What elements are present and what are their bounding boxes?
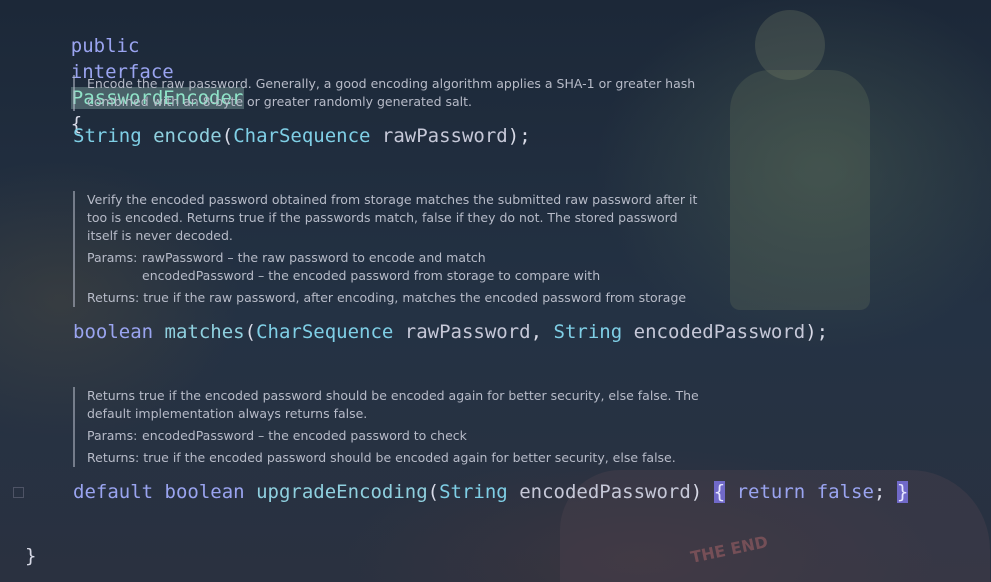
param-name: encodedPassword — [633, 321, 806, 343]
param-type: CharSequence — [256, 321, 394, 343]
param-doc: encodedPassword – the encoded password t… — [142, 428, 467, 443]
code-editor[interactable]: public interface PasswordEncoder { Encod… — [0, 0, 991, 582]
closing-brace: } — [25, 545, 37, 567]
close-paren: ) — [690, 481, 703, 503]
doc-comment-encode: Encode the raw password. Generally, a go… — [73, 75, 707, 111]
open-paren: ( — [244, 321, 257, 343]
method-body-close-brace[interactable]: } — [896, 481, 909, 503]
method-body-open-brace[interactable]: { — [713, 481, 726, 503]
method-upgrade-encoding-line[interactable]: default boolean upgradeEncoding(String e… — [73, 479, 909, 505]
keyword-public: public — [70, 35, 140, 57]
params-label: Params: — [87, 428, 138, 443]
open-paren: ( — [427, 481, 440, 503]
method-encode-line[interactable]: String encode(CharSequence rawPassword); — [73, 123, 531, 149]
doc-returns: Returns: true if the encoded password sh… — [87, 449, 707, 467]
returns-label: Returns: — [87, 450, 140, 465]
doc-description: Verify the encoded password obtained fro… — [87, 192, 698, 243]
doc-comment-matches: Verify the encoded password obtained fro… — [73, 191, 707, 307]
returns-doc: true if the raw password, after encoding… — [143, 290, 687, 305]
return-type: String — [73, 125, 142, 147]
method-name-upgrade-encoding[interactable]: upgradeEncoding — [256, 481, 428, 503]
param-doc: rawPassword – the raw password to encode… — [142, 250, 486, 265]
comma: , — [530, 321, 554, 343]
interface-closing-brace[interactable]: } — [25, 543, 36, 569]
param-name: rawPassword — [381, 125, 508, 147]
param-name: encodedPassword — [519, 481, 691, 503]
method-name-encode[interactable]: encode — [153, 125, 222, 147]
literal-false: false — [816, 481, 874, 503]
method-matches-line[interactable]: boolean matches(CharSequence rawPassword… — [73, 319, 828, 345]
return-type: boolean — [164, 481, 245, 503]
param-doc: encodedPassword – the encoded password f… — [142, 268, 601, 283]
param-name: rawPassword — [404, 321, 531, 343]
returns-label: Returns: — [87, 290, 140, 305]
doc-description: Returns true if the encoded password sho… — [87, 388, 699, 421]
method-name-matches[interactable]: matches — [165, 321, 245, 343]
doc-comment-upgrade-encoding: Returns true if the encoded password sho… — [73, 387, 707, 467]
return-type: boolean — [73, 321, 154, 343]
param-type: String — [439, 481, 508, 503]
doc-params: Params: encodedPassword – the encoded pa… — [87, 427, 707, 445]
close-paren: ); — [805, 321, 829, 343]
doc-returns: Returns: true if the raw password, after… — [87, 289, 707, 307]
returns-doc: true if the encoded password should be e… — [143, 450, 676, 465]
open-paren: ( — [221, 125, 234, 147]
keyword-return: return — [736, 481, 806, 503]
param-type: String — [553, 321, 623, 343]
close-paren: ); — [507, 125, 531, 147]
doc-description: Encode the raw password. Generally, a go… — [87, 76, 696, 109]
semicolon: ; — [873, 481, 886, 503]
param-type: CharSequence — [233, 125, 371, 147]
params-label: Params: — [87, 250, 138, 265]
fold-marker-icon[interactable] — [13, 487, 24, 498]
keyword-default: default — [73, 481, 154, 503]
doc-params: Params: rawPassword – the raw password t… — [87, 249, 707, 285]
